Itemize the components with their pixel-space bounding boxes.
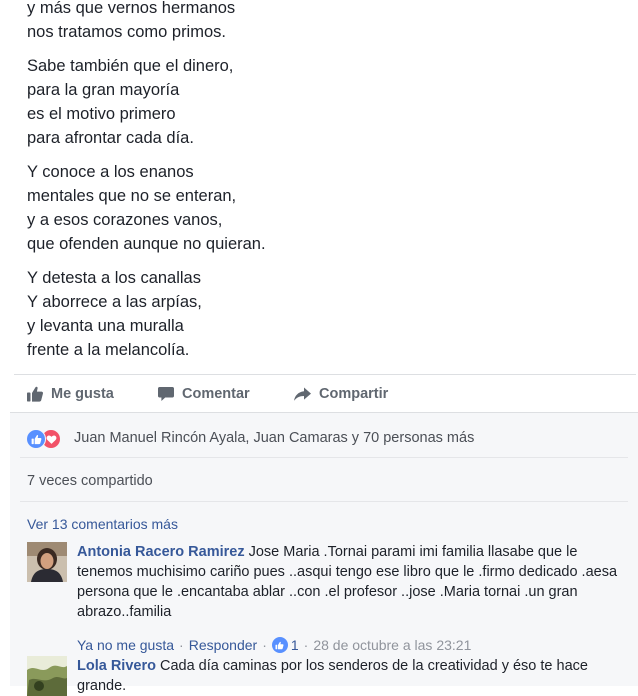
comment-author[interactable]: Antonia Racero Ramirez — [77, 544, 245, 560]
comment-meta: Ya no me gusta · Responder · 1 · 28 de o… — [77, 637, 471, 653]
comment-button[interactable]: Comentar — [157, 385, 293, 403]
poem-line: es el motivo primero — [27, 105, 176, 123]
like-reaction-icon — [271, 637, 288, 653]
like-button[interactable]: Me gusta — [26, 385, 157, 403]
poem-line: que ofenden aunque no quieran. — [27, 235, 266, 253]
poem-line: Y detesta a los canallas — [27, 269, 201, 287]
poem-stanza: Y detesta a los canallas Y aborrece a las… — [27, 266, 627, 362]
poem-line: y levanta una muralla — [27, 317, 184, 335]
poem-line: mentales que no se enteran, — [27, 187, 237, 205]
poem-line: nos tratamos como primos. — [27, 23, 226, 41]
poem-line: para afrontar cada día. — [27, 129, 194, 147]
meta-separator: · — [303, 637, 309, 653]
share-button-label: Compartir — [319, 386, 389, 402]
poem-line: Y conoce a los enanos — [27, 163, 194, 181]
poem-stanza: y más que vernos hermanos nos tratamos co… — [27, 0, 627, 44]
poem-line: frente a la melancolía. — [27, 341, 190, 359]
poem-stanza: Y conoce a los enanos mentales que no se … — [27, 160, 627, 256]
poem-stanza: Sabe también que el dinero, para la gran … — [27, 54, 627, 150]
reply-link[interactable]: Responder — [189, 637, 258, 653]
unlike-link[interactable]: Ya no me gusta — [77, 637, 174, 653]
comment-body: Lola Rivero Cada día caminas por los send… — [77, 656, 625, 696]
actions-divider — [14, 374, 636, 375]
reaction-icons — [26, 428, 68, 449]
poem-line: para la gran mayoría — [27, 81, 180, 99]
thumbs-up-icon — [27, 386, 44, 402]
comment-timestamp[interactable]: 28 de octubre a las 23:21 — [313, 637, 471, 653]
shares-count-link[interactable]: 7 veces compartido — [27, 473, 153, 489]
share-button[interactable]: Compartir — [293, 385, 388, 403]
divider — [20, 457, 628, 458]
reaction-count-value: 1 — [290, 637, 299, 653]
comments-section: Juan Manuel Rincón Ayala, Juan Camaras y… — [10, 412, 638, 696]
poem-line: Sabe también que el dinero, — [27, 57, 234, 75]
view-more-comments-link[interactable]: Ver 13 comentarios más — [27, 516, 178, 532]
post-actions-bar: Me gusta Comentar Compartir — [26, 382, 626, 406]
like-reaction-icon — [26, 429, 46, 449]
comment-body: Antonia Racero Ramirez Jose Maria .Tornai… — [77, 542, 625, 622]
divider — [20, 501, 628, 502]
share-arrow-icon — [294, 387, 311, 401]
post-poem-text: y más que vernos hermanos nos tratamos co… — [27, 0, 627, 372]
comment-button-label: Comentar — [182, 386, 250, 402]
reactions-summary-text: Juan Manuel Rincón Ayala, Juan Camaras y… — [74, 430, 475, 446]
comment-author[interactable]: Lola Rivero — [77, 658, 156, 674]
meta-separator: · — [179, 637, 184, 653]
avatar[interactable] — [27, 656, 67, 696]
poem-line: y más que vernos hermanos — [27, 0, 236, 17]
avatar[interactable] — [27, 542, 67, 582]
poem-line: Y aborrece a las arpías, — [27, 293, 202, 311]
poem-line: y a esos corazones vanos, — [27, 211, 223, 229]
speech-bubble-icon — [158, 387, 174, 401]
like-button-label: Me gusta — [51, 386, 114, 402]
comment-reaction-count[interactable]: 1 — [271, 637, 299, 653]
reactions-summary[interactable]: Juan Manuel Rincón Ayala, Juan Camaras y… — [26, 427, 474, 449]
meta-separator: · — [262, 637, 267, 653]
